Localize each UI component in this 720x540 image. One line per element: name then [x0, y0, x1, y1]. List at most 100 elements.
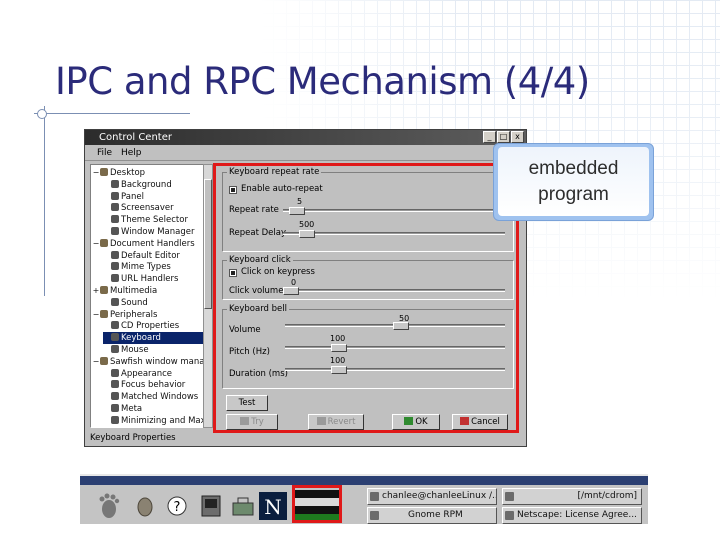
tree-item-label: URL Handlers	[121, 274, 179, 285]
gear-icon	[111, 179, 119, 188]
tree-item[interactable]: Meta	[103, 403, 142, 415]
task-netscape[interactable]: Netscape: License Agree...	[502, 507, 642, 524]
tree-item[interactable]: Focus behavior	[103, 379, 185, 391]
rpm-task-icon	[370, 511, 379, 520]
menu-file[interactable]: File	[97, 148, 112, 158]
window-title: Control Center	[99, 132, 172, 143]
embedded-program-highlight	[213, 163, 519, 433]
tree-item-label: Desktop	[110, 168, 146, 178]
tree-item[interactable]: − Document Handlers	[92, 238, 195, 250]
gear-icon	[111, 368, 119, 377]
gear-icon	[111, 250, 119, 259]
gear-icon	[111, 227, 119, 235]
tree-item-label: Mime Types	[121, 262, 171, 273]
folder-icon	[100, 286, 108, 294]
terminal-task-icon	[370, 492, 379, 501]
tree-item-label: Appearance	[121, 368, 173, 379]
tree-item[interactable]: Panel	[103, 191, 144, 203]
gear-icon	[111, 297, 119, 306]
tree-item[interactable]: Theme Selector	[103, 214, 188, 226]
maximize-button[interactable]: □	[497, 131, 510, 143]
tree-item[interactable]: Appearance	[103, 368, 172, 380]
callout-inner: embedded program	[498, 147, 649, 216]
tree-item-label: Meta	[121, 404, 143, 414]
tree-item[interactable]: CD Properties	[103, 320, 179, 332]
expander-icon[interactable]: −	[92, 356, 100, 368]
expander-icon[interactable]: −	[92, 309, 100, 321]
gear-icon	[111, 262, 119, 271]
tree-scrollbar[interactable]	[203, 164, 213, 428]
tree-item[interactable]: − Desktop	[92, 167, 145, 179]
pager-highlight	[292, 485, 342, 523]
tree-item-label: Window Manager	[121, 227, 195, 237]
minimize-button[interactable]: _	[483, 131, 496, 143]
svg-text:?: ?	[174, 500, 181, 515]
tree-scroll-thumb[interactable]	[204, 179, 212, 309]
folder-icon	[100, 168, 108, 176]
gear-icon	[111, 191, 119, 200]
expander-icon[interactable]: −	[92, 167, 100, 179]
netscape-icon[interactable]: N	[258, 491, 288, 521]
tree-item-label: Minimizing and Max	[121, 415, 206, 426]
folder-icon	[100, 309, 108, 318]
gnome-foot-icon[interactable]	[94, 491, 124, 521]
tree-item-label: Peripherals	[110, 309, 158, 320]
tree-item[interactable]: + Multimedia	[92, 285, 157, 297]
tree-item[interactable]: Minimizing and Max	[103, 415, 206, 427]
tree-item[interactable]: Window Manager	[103, 226, 194, 238]
tree-item-label: Document Handlers	[110, 238, 195, 249]
tree-item[interactable]: Sound	[103, 297, 148, 309]
tree-item-label: Screensaver	[121, 203, 174, 214]
tree-item[interactable]: Matched Windows	[103, 391, 198, 403]
task-gnome-rpm-label: Gnome RPM	[408, 510, 463, 520]
gear-icon	[111, 203, 119, 212]
tree-item-label: Mouse	[121, 345, 149, 355]
mouse-icon[interactable]	[130, 491, 160, 521]
gnome-panel: ? N chanlee@chanleeLinux /... [/mnt/cdro…	[80, 474, 648, 524]
task-netscape-label: Netscape: License Agree...	[517, 510, 637, 520]
netscape-task-icon	[505, 511, 514, 520]
gear-icon	[111, 415, 119, 424]
tree-item-label: Sound	[121, 297, 148, 308]
task-cdrom[interactable]: [/mnt/cdrom]	[502, 488, 642, 505]
expander-icon[interactable]: +	[92, 285, 100, 297]
tree-item[interactable]: Mouse	[103, 344, 149, 356]
folder-icon	[100, 238, 108, 247]
gear-icon	[111, 380, 119, 389]
gear-icon	[111, 345, 119, 353]
folder-icon	[100, 356, 108, 365]
tree-item[interactable]: Screensaver	[103, 202, 174, 214]
task-gnome-rpm[interactable]: Gnome RPM	[367, 507, 497, 524]
task-cdrom-label: [/mnt/cdrom]	[577, 491, 637, 501]
svg-text:N: N	[264, 495, 282, 519]
folder-task-icon	[505, 492, 514, 501]
tree-item[interactable]: − Sawfish window manager	[92, 356, 207, 368]
gear-icon	[111, 215, 119, 224]
expander-icon[interactable]: −	[92, 238, 100, 250]
gear-icon	[111, 392, 119, 401]
task-terminal[interactable]: chanlee@chanleeLinux /...	[367, 488, 497, 505]
callout-box: embedded program	[493, 143, 654, 221]
menu-help[interactable]: Help	[121, 148, 142, 158]
tree-item[interactable]: Background	[103, 179, 172, 191]
slide: IPC and RPC Mechanism (4/4) Control Cent…	[0, 0, 720, 540]
tree-item[interactable]: URL Handlers	[103, 273, 178, 285]
close-button[interactable]: x	[511, 131, 524, 143]
tree-item-label: Keyboard	[121, 333, 161, 344]
window-titlebar[interactable]: Control Center _ □ x	[85, 130, 526, 145]
toolbox-icon[interactable]	[228, 491, 258, 521]
status-bar: Keyboard Properties	[90, 433, 176, 443]
help-icon[interactable]: ?	[162, 491, 192, 521]
tree-item[interactable]: Default Editor	[103, 250, 180, 262]
menubar: File Help	[85, 146, 526, 161]
gear-icon	[111, 333, 119, 342]
tree-item-label: Theme Selector	[121, 215, 188, 226]
gear-icon	[111, 404, 119, 412]
tree-item[interactable]: − Peripherals	[92, 309, 157, 321]
task-terminal-label: chanlee@chanleeLinux /...	[382, 491, 497, 501]
tree-item[interactable]: Keyboard	[103, 332, 207, 345]
tree-item-label: Default Editor	[121, 250, 180, 261]
tree-item[interactable]: Mime Types	[103, 261, 171, 273]
terminal-icon[interactable]	[196, 491, 226, 521]
settings-tree[interactable]: − Desktop Background Panel Screensaver Theme …	[90, 164, 208, 428]
